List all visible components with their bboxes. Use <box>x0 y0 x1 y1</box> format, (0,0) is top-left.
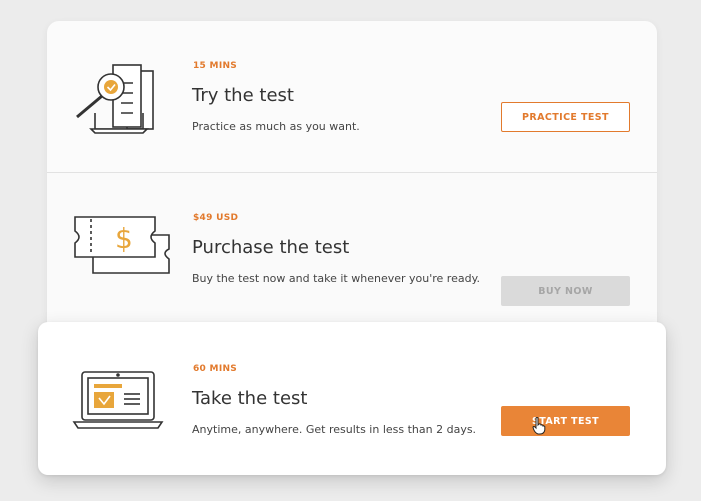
card-description: Anytime, anywhere. Get results in less t… <box>192 423 477 436</box>
card-title: Purchase the test <box>192 237 350 258</box>
option-card-purchase: $ $49 USD Purchase the test Buy the test… <box>47 172 657 341</box>
magnifier-document-icon <box>76 64 154 134</box>
start-test-button[interactable]: START TEST <box>501 406 630 436</box>
buy-now-button[interactable]: BUY NOW <box>501 276 630 306</box>
card-kicker: 15 MINS <box>193 61 238 71</box>
svg-text:$: $ <box>115 222 133 255</box>
card-description: Practice as much as you want. <box>192 120 360 133</box>
card-title: Take the test <box>192 388 308 409</box>
hand-cursor-icon <box>532 417 546 435</box>
card-title: Try the test <box>192 85 294 106</box>
card-kicker: $49 USD <box>193 213 239 223</box>
ticket-dollar-icon: $ <box>74 216 170 274</box>
option-card-practice: 15 MINS Try the test Practice as much as… <box>47 21 657 171</box>
option-card-take: 60 MINS Take the test Anytime, anywhere.… <box>38 322 666 475</box>
card-kicker: 60 MINS <box>193 364 238 374</box>
options-stack: 15 MINS Try the test Practice as much as… <box>47 21 657 341</box>
card-description: Buy the test now and take it whenever yo… <box>192 272 481 285</box>
laptop-certificate-icon <box>72 371 164 429</box>
practice-test-button[interactable]: PRACTICE TEST <box>501 102 630 132</box>
